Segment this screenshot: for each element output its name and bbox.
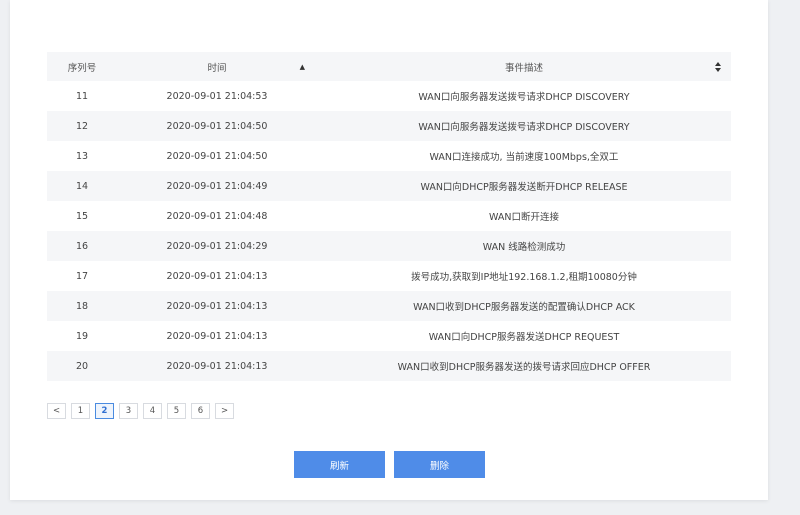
cell-seq: 17 [75, 270, 89, 282]
cell-time: 2020-09-01 21:04:29 [166, 240, 268, 252]
table-row: 19 2020-09-01 21:04:13 WAN口向DHCP服务器发送DHC… [47, 321, 731, 351]
cell-desc: WAN口向服务器发送拨号请求DHCP DISCOVERY [418, 92, 630, 103]
table-row: 13 2020-09-01 21:04:50 WAN口连接成功, 当前速度100… [47, 141, 731, 171]
table-row: 16 2020-09-01 21:04:29 WAN 线路检测成功 [47, 231, 731, 261]
cell-seq: 15 [75, 210, 89, 222]
table-row: 11 2020-09-01 21:04:53 WAN口向服务器发送拨号请求DHC… [47, 81, 731, 111]
cell-seq: 12 [75, 120, 89, 132]
cell-desc: WAN口断开连接 [489, 212, 559, 223]
refresh-button[interactable]: 刷新 [294, 451, 385, 478]
cell-time: 2020-09-01 21:04:50 [166, 120, 268, 132]
next-page-button[interactable]: > [215, 403, 234, 419]
cell-time: 2020-09-01 21:04:49 [166, 180, 268, 192]
cell-seq: 20 [75, 360, 89, 372]
cell-seq: 13 [75, 150, 89, 162]
cell-seq: 11 [75, 90, 89, 102]
table-row: 17 2020-09-01 21:04:13 拨号成功,获取到IP地址192.1… [47, 261, 731, 291]
table-row: 12 2020-09-01 21:04:50 WAN口向服务器发送拨号请求DHC… [47, 111, 731, 141]
cell-time: 2020-09-01 21:04:13 [166, 330, 268, 342]
header-desc[interactable]: 事件描述 [317, 60, 731, 74]
cell-time: 2020-09-01 21:04:13 [166, 270, 268, 282]
cell-desc: WAN口向DHCP服务器发送断开DHCP RELEASE [420, 182, 628, 193]
cell-seq: 14 [75, 180, 89, 192]
sort-toggle-icon[interactable] [715, 61, 721, 72]
delete-button[interactable]: 删除 [394, 451, 485, 478]
cell-desc: 拨号成功,获取到IP地址192.168.1.2,租期10080分钟 [411, 272, 637, 283]
header-time[interactable]: 时间 ▲ [117, 60, 317, 74]
cell-desc: WAN口向DHCP服务器发送DHCP REQUEST [428, 332, 620, 343]
cell-time: 2020-09-01 21:04:13 [166, 360, 268, 372]
cell-desc: WAN 线路检测成功 [482, 242, 566, 253]
page-button-2[interactable]: 2 [95, 403, 114, 419]
cell-seq: 18 [75, 300, 89, 312]
table-row: 20 2020-09-01 21:04:13 WAN口收到DHCP服务器发送的拨… [47, 351, 731, 381]
header-time-label: 时间 [207, 62, 227, 74]
pagination: < 1 2 3 4 5 6 > [47, 403, 234, 419]
sort-ascending-icon[interactable]: ▲ [300, 63, 305, 71]
cell-time: 2020-09-01 21:04:13 [166, 300, 268, 312]
prev-page-button[interactable]: < [47, 403, 66, 419]
cell-desc: WAN口向服务器发送拨号请求DHCP DISCOVERY [418, 122, 630, 133]
header-desc-label: 事件描述 [504, 62, 543, 74]
table-header: 序列号 时间 ▲ 事件描述 [47, 52, 731, 81]
table-row: 14 2020-09-01 21:04:49 WAN口向DHCP服务器发送断开D… [47, 171, 731, 201]
page-button-4[interactable]: 4 [143, 403, 162, 419]
page-button-5[interactable]: 5 [167, 403, 186, 419]
cell-seq: 16 [75, 240, 89, 252]
event-log-table: 序列号 时间 ▲ 事件描述 11 2020-09-01 21:04:53 WAN… [47, 52, 731, 381]
log-panel: 序列号 时间 ▲ 事件描述 11 2020-09-01 21:04:53 WAN… [10, 0, 768, 500]
page-button-3[interactable]: 3 [119, 403, 138, 419]
cell-time: 2020-09-01 21:04:50 [166, 150, 268, 162]
cell-desc: WAN口连接成功, 当前速度100Mbps,全双工 [429, 152, 619, 163]
header-seq: 序列号 [67, 62, 97, 74]
cell-desc: WAN口收到DHCP服务器发送的配置确认DHCP ACK [413, 302, 635, 313]
table-row: 18 2020-09-01 21:04:13 WAN口收到DHCP服务器发送的配… [47, 291, 731, 321]
page-button-1[interactable]: 1 [71, 403, 90, 419]
table-row: 15 2020-09-01 21:04:48 WAN口断开连接 [47, 201, 731, 231]
cell-time: 2020-09-01 21:04:48 [166, 210, 268, 222]
cell-seq: 19 [75, 330, 89, 342]
cell-time: 2020-09-01 21:04:53 [166, 90, 268, 102]
page-button-6[interactable]: 6 [191, 403, 210, 419]
cell-desc: WAN口收到DHCP服务器发送的拨号请求回应DHCP OFFER [397, 362, 651, 373]
